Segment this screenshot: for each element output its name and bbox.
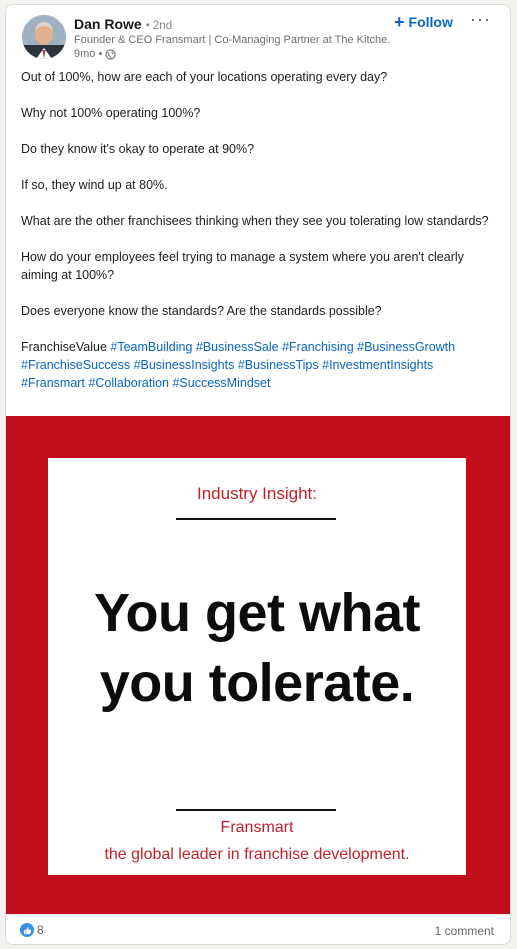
post-time: 9mo •: [74, 48, 116, 60]
image-tagline: the global leader in franchise developme…: [104, 846, 410, 863]
hashtag-link[interactable]: #TeamBuilding: [110, 340, 192, 354]
hashtag-prefix: FranchiseValue: [21, 340, 111, 354]
post-paragraph: If so, they wind up at 80%.: [21, 178, 168, 192]
author-name[interactable]: Dan Rowe: [74, 16, 142, 32]
plus-icon: +: [394, 12, 405, 32]
follow-label: Follow: [408, 14, 453, 30]
like-reaction-icon: [20, 923, 34, 937]
post-header: Dan Rowe • 2nd Founder & CEO Fransmart | …: [6, 5, 510, 65]
globe-icon: [105, 48, 116, 60]
reaction-count: 8: [37, 923, 44, 937]
post-time-text: 9mo •: [74, 48, 103, 60]
image-headline-line: You get what: [94, 583, 421, 643]
post-paragraph: Do they know it's okay to operate at 90%…: [21, 142, 255, 156]
author-line: Dan Rowe • 2nd: [74, 16, 172, 32]
hashtag-link[interactable]: #Franchising: [282, 340, 354, 354]
hashtag-paragraph: FranchiseValue #TeamBuilding #BusinessSa…: [21, 338, 499, 392]
avatar[interactable]: [22, 15, 66, 59]
post-body: Out of 100%, how are each of your locati…: [21, 68, 499, 392]
hashtag-link[interactable]: #FranchiseSuccess: [21, 358, 130, 372]
more-options-icon[interactable]: ···: [470, 9, 491, 30]
social-counts: 8 1 comment: [6, 914, 510, 944]
hashtag-link[interactable]: #BusinessTips: [238, 358, 319, 372]
hashtag-link[interactable]: #Fransmart: [21, 376, 85, 390]
follow-button[interactable]: + Follow: [394, 12, 453, 32]
post-paragraph: Why not 100% operating 100%?: [21, 106, 201, 120]
connection-degree: • 2nd: [145, 20, 173, 32]
divider: [176, 809, 336, 811]
hashtag-link[interactable]: #BusinessSale: [196, 340, 279, 354]
hashtag-link[interactable]: #BusinessGrowth: [357, 340, 455, 354]
image-brand: Fransmart: [220, 819, 294, 836]
image-headline: You get what you tolerate.: [48, 578, 466, 718]
hashtag-link[interactable]: #BusinessInsights: [134, 358, 235, 372]
divider: [176, 518, 336, 520]
comments-count[interactable]: 1 comment: [435, 924, 494, 938]
hashtag-link[interactable]: #InvestmentInsights: [322, 358, 433, 372]
image-header: Industry Insight:: [196, 484, 317, 503]
post-paragraph: Out of 100%, how are each of your locati…: [21, 70, 388, 84]
image-headline-line: you tolerate.: [99, 653, 415, 713]
reactions-count[interactable]: 8: [20, 923, 44, 937]
image-inner-panel: Industry Insight: You get what you toler…: [48, 458, 466, 875]
hashtag-link[interactable]: #SuccessMindset: [172, 376, 270, 390]
post-paragraph: How do your employees feel trying to man…: [21, 250, 464, 282]
post-image[interactable]: Industry Insight: You get what you toler…: [6, 416, 510, 914]
post-paragraph: What are the other franchisees thinking …: [21, 214, 489, 228]
hashtag-link[interactable]: #Collaboration: [88, 376, 169, 390]
author-headline: Founder & CEO Fransmart | Co-Managing Pa…: [74, 34, 390, 46]
post-card: Dan Rowe • 2nd Founder & CEO Fransmart | …: [5, 4, 511, 945]
post-paragraph: Does everyone know the standards? Are th…: [21, 304, 382, 318]
